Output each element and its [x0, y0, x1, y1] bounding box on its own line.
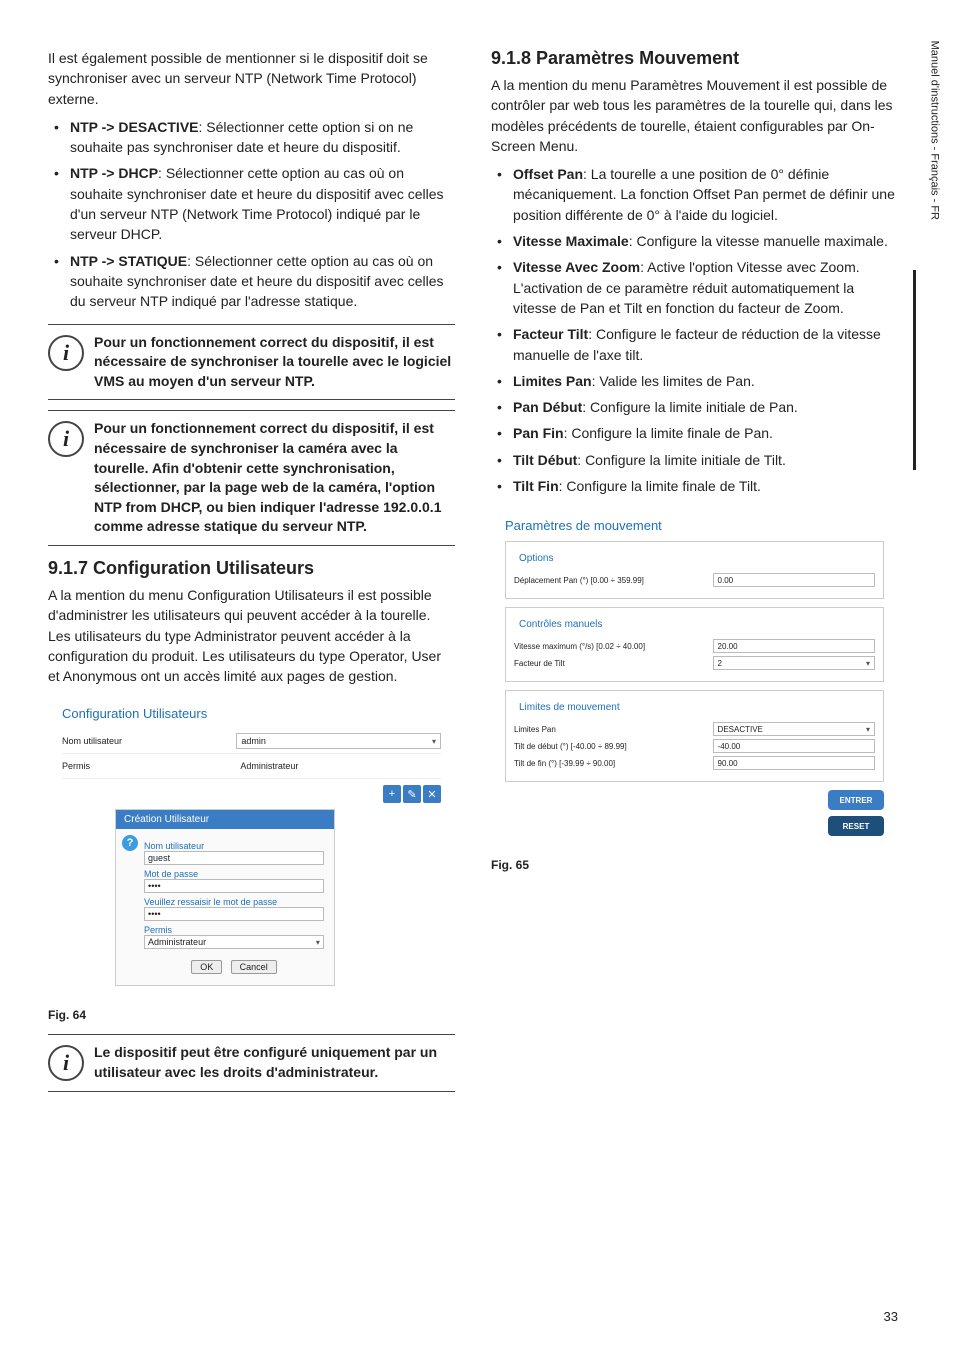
- fig65-title: Paramètres de mouvement: [505, 518, 884, 533]
- offset-pan-input[interactable]: 0.00: [713, 573, 875, 587]
- limites-pan-select[interactable]: DESACTIVE ▾: [713, 722, 875, 736]
- help-icon[interactable]: ?: [122, 835, 138, 851]
- ntp-options-list: NTP -> DESACTIVE: Sélectionner cette opt…: [48, 117, 455, 312]
- modal-permis-select[interactable]: Administrateur ▾: [144, 935, 324, 949]
- bullet-vitesse-max: Vitesse Maximale: Configure la vitesse m…: [491, 231, 898, 251]
- info-note-2: i Pour un fonctionnement correct du disp…: [48, 410, 455, 546]
- cancel-button[interactable]: Cancel: [231, 960, 277, 974]
- fig64-row-username: Nom utilisateur admin ▾: [62, 729, 441, 754]
- chevron-down-icon: ▾: [866, 659, 870, 668]
- fieldset-limites-mouvement: Limites de mouvement Limites Pan DESACTI…: [505, 690, 884, 782]
- heading-917: 9.1.7 Configuration Utilisateurs: [48, 558, 455, 579]
- add-button[interactable]: +: [383, 785, 401, 803]
- fieldset-options: Options Déplacement Pan (°) [0.00 ÷ 359.…: [505, 541, 884, 599]
- bullet-vitesse-zoom: Vitesse Avec Zoom: Active l'option Vites…: [491, 257, 898, 318]
- page-number: 33: [884, 1309, 898, 1324]
- paragraph-917: A la mention du menu Configuration Utili…: [48, 585, 455, 686]
- modal-password-repeat-input[interactable]: ••••: [144, 907, 324, 921]
- username-field[interactable]: admin ▾: [236, 733, 441, 749]
- bullet-tilt-fin: Tilt Fin: Configure la limite finale de …: [491, 476, 898, 496]
- tilt-fin-input[interactable]: 90.00: [713, 756, 875, 770]
- bullet-facteur-tilt: Facteur Tilt: Configure le facteur de ré…: [491, 324, 898, 365]
- ntp-option-desactive: NTP -> DESACTIVE: Sélectionner cette opt…: [48, 117, 455, 158]
- ntp-option-dhcp: NTP -> DHCP: Sélectionner cette option a…: [48, 163, 455, 244]
- facteur-tilt-select[interactable]: 2 ▾: [713, 656, 875, 670]
- modal-title: Création Utilisateur: [116, 810, 334, 829]
- fig65-screenshot: Paramètres de mouvement Options Déplacem…: [491, 508, 898, 850]
- fig64-toolbar: + ✎ ✕: [62, 785, 441, 803]
- info-icon: i: [48, 1045, 84, 1081]
- right-column: 9.1.8 Paramètres Mouvement A la mention …: [491, 48, 898, 1102]
- fig65-caption: Fig. 65: [491, 858, 898, 872]
- bullet-pan-fin: Pan Fin: Configure la limite finale de P…: [491, 423, 898, 443]
- permis-value: Administrateur: [236, 758, 441, 774]
- reset-button[interactable]: RESET: [828, 816, 884, 836]
- fig64-screenshot: Configuration Utilisateurs Nom utilisate…: [48, 696, 455, 1000]
- tilt-debut-input[interactable]: -40.00: [713, 739, 875, 753]
- info-note-3: i Le dispositif peut être configuré uniq…: [48, 1034, 455, 1091]
- modal-username-input[interactable]: guest: [144, 851, 324, 865]
- delete-button[interactable]: ✕: [423, 785, 441, 803]
- paragraph-918: A la mention du menu Paramètres Mouvemen…: [491, 75, 898, 156]
- vitesse-max-input[interactable]: 20.00: [713, 639, 875, 653]
- info-icon: i: [48, 421, 84, 457]
- chevron-down-icon: ▾: [866, 725, 870, 734]
- bullet-limites-pan: Limites Pan: Valide les limites de Pan.: [491, 371, 898, 391]
- info-icon: i: [48, 335, 84, 371]
- bullet-tilt-debut: Tilt Début: Configure la limite initiale…: [491, 450, 898, 470]
- entrer-button[interactable]: ENTRER: [828, 790, 884, 810]
- movement-bullets: Offset Pan: La tourelle a une position d…: [491, 164, 898, 496]
- edit-button[interactable]: ✎: [403, 785, 421, 803]
- bullet-pan-debut: Pan Début: Configure la limite initiale …: [491, 397, 898, 417]
- fig64-caption: Fig. 64: [48, 1008, 455, 1022]
- left-column: Il est également possible de mentionner …: [48, 48, 455, 1102]
- fieldset-controles-manuels: Contrôles manuels Vitesse maximum (°/s) …: [505, 607, 884, 682]
- ok-button[interactable]: OK: [191, 960, 222, 974]
- heading-918: 9.1.8 Paramètres Mouvement: [491, 48, 898, 69]
- intro-paragraph: Il est également possible de mentionner …: [48, 48, 455, 109]
- side-tab-marker: [908, 270, 916, 470]
- create-user-modal: Création Utilisateur ? Nom utilisateur g…: [115, 809, 335, 986]
- side-language-label: Manuel d'instructions - Français - FR: [928, 41, 940, 220]
- ntp-option-statique: NTP -> STATIQUE: Sélectionner cette opti…: [48, 251, 455, 312]
- chevron-down-icon: ▾: [432, 737, 436, 746]
- info-note-1: i Pour un fonctionnement correct du disp…: [48, 324, 455, 401]
- chevron-down-icon: ▾: [316, 938, 320, 947]
- bullet-offset-pan: Offset Pan: La tourelle a une position d…: [491, 164, 898, 225]
- fig64-title: Configuration Utilisateurs: [62, 706, 441, 721]
- fig64-row-permis: Permis Administrateur: [62, 754, 441, 779]
- fig65-buttons: ENTRER RESET: [505, 790, 884, 836]
- modal-password-input[interactable]: ••••: [144, 879, 324, 893]
